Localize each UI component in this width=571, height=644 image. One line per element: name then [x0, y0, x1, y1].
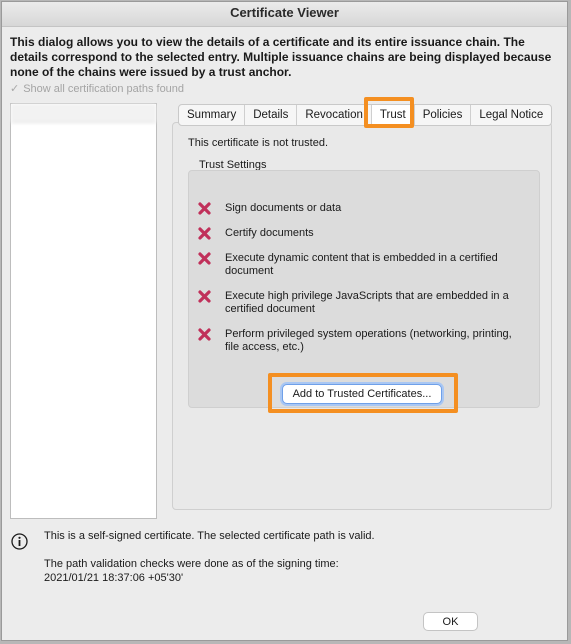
- permission-sign-documents: Sign documents or data: [198, 202, 528, 215]
- validation-time-label: The path validation checks were done as …: [44, 558, 339, 570]
- self-signed-info-text: This is a self-signed certificate. The s…: [44, 530, 375, 542]
- permission-system-operations: Perform privileged system operations (ne…: [198, 328, 528, 354]
- checkmark-icon: ✓: [10, 83, 20, 95]
- show-all-paths-checkbox[interactable]: ✓ Show all certification paths found: [10, 82, 185, 96]
- x-mark-icon: [198, 328, 211, 341]
- validation-timestamp: 2021/01/21 18:37:06 +05'30': [44, 572, 184, 584]
- x-mark-icon: [198, 202, 211, 215]
- intro-text: This dialog allows you to view the detai…: [10, 35, 552, 79]
- permission-label: Execute dynamic content that is embedded…: [225, 252, 498, 277]
- x-mark-icon: [198, 252, 211, 265]
- permission-label: Perform privileged system operations (ne…: [225, 328, 512, 353]
- add-button-highlight: [268, 373, 458, 413]
- trust-tab-highlight: [364, 97, 414, 128]
- permission-label: Sign documents or data: [225, 202, 342, 214]
- window-title: Certificate Viewer: [2, 2, 567, 27]
- permission-label: Certify documents: [225, 227, 314, 239]
- x-mark-icon: [198, 290, 211, 303]
- tab-policies[interactable]: Policies: [415, 105, 472, 125]
- certificate-path-list[interactable]: [10, 103, 157, 519]
- permission-label: Execute high privilege JavaScripts that …: [225, 290, 509, 315]
- x-mark-icon: [198, 227, 211, 240]
- trust-status-text: This certificate is not trusted.: [188, 137, 328, 149]
- tab-details[interactable]: Details: [245, 105, 298, 125]
- ok-button[interactable]: OK: [423, 612, 478, 631]
- tab-summary[interactable]: Summary: [179, 105, 246, 125]
- show-all-paths-label: Show all certification paths found: [23, 82, 185, 95]
- permission-high-privilege-js: Execute high privilege JavaScripts that …: [198, 290, 528, 316]
- tab-revocation[interactable]: Revocation: [297, 105, 372, 125]
- info-icon: [11, 533, 28, 550]
- list-item[interactable]: [11, 104, 156, 123]
- permission-dynamic-content: Execute dynamic content that is embedded…: [198, 252, 528, 278]
- permission-certify-documents: Certify documents: [198, 227, 528, 240]
- tab-legal-notice[interactable]: Legal Notice: [471, 105, 551, 125]
